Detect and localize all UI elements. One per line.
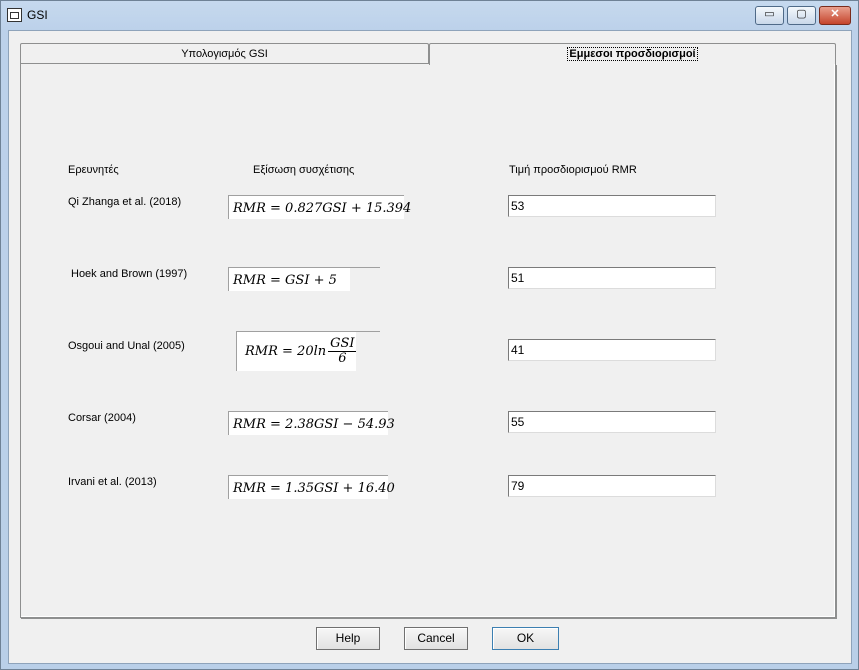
close-button[interactable]: ✕ xyxy=(819,6,851,25)
equation-image: RMR = 0.827GSI + 15.394 xyxy=(228,195,411,219)
rmr-value-field[interactable]: 41 xyxy=(508,339,716,361)
app-icon[interactable] xyxy=(7,8,22,22)
minimize-icon: ▭ xyxy=(764,8,775,20)
equation-fraction: GSI 6 xyxy=(328,336,357,366)
equation-padding xyxy=(356,332,380,371)
rmr-value: 79 xyxy=(511,479,525,493)
rmr-value-field[interactable]: 53 xyxy=(508,195,716,217)
fraction-numerator: GSI xyxy=(328,336,357,352)
fraction-denominator: 6 xyxy=(338,351,347,366)
cancel-button[interactable]: Cancel xyxy=(404,627,468,650)
header-equation: Εξίσωση συσχέτισης xyxy=(253,164,355,176)
equation-text: RMR = 1.35GSI + 16.40 xyxy=(233,481,395,496)
rmr-value: 41 xyxy=(511,343,525,357)
maximize-button[interactable]: ▢ xyxy=(787,6,816,25)
equation-image: RMR = 1.35GSI + 16.40 xyxy=(228,475,395,499)
rmr-value: 51 xyxy=(511,271,525,285)
equation-text: RMR = 2.38GSI − 54.93 xyxy=(233,417,395,432)
equation-text: RMR = 0.827GSI + 15.394 xyxy=(233,201,412,216)
researcher-label: Corsar (2004) xyxy=(68,412,136,424)
rmr-value-field[interactable]: 79 xyxy=(508,475,716,497)
equation-text: RMR = 20ln xyxy=(245,344,327,359)
window-title: GSI xyxy=(27,8,48,22)
equation-image: RMR = GSI + 5 xyxy=(228,267,380,291)
equation-image: RMR = 2.38GSI − 54.93 xyxy=(228,411,395,435)
maximize-icon: ▢ xyxy=(796,8,807,20)
tab-gsi-calculation[interactable]: Υπολογισμός GSI xyxy=(20,43,429,64)
tab-indirect-determinations[interactable]: Εμμεσοι προσδιορισμοί xyxy=(429,43,836,65)
researcher-label: Irvani et al. (2013) xyxy=(68,476,157,488)
rmr-value: 53 xyxy=(511,199,525,213)
close-icon: ✕ xyxy=(830,8,840,20)
rmr-value-field[interactable]: 51 xyxy=(508,267,716,289)
header-value: Τιμή προσδιορισμού RMR xyxy=(509,164,637,176)
tab-label: Εμμεσοι προσδιορισμοί xyxy=(567,47,698,61)
minimize-button[interactable]: ▭ xyxy=(755,6,784,25)
researcher-label: Hoek and Brown (1997) xyxy=(71,268,188,280)
title-bar[interactable] xyxy=(0,0,859,30)
help-button[interactable]: Help xyxy=(316,627,380,650)
tab-label: Υπολογισμός GSI xyxy=(181,48,268,60)
researcher-label: Qi Zhanga et al. (2018) xyxy=(68,196,182,208)
equation-padding xyxy=(350,268,380,291)
ok-button[interactable]: OK xyxy=(492,627,559,650)
equation-image: RMR = 20ln GSI 6 xyxy=(236,331,380,371)
rmr-value: 55 xyxy=(511,415,525,429)
rmr-value-field[interactable]: 55 xyxy=(508,411,716,433)
researcher-label: Osgoui and Unal (2005) xyxy=(68,340,185,352)
header-researchers: Ερευνητές xyxy=(68,164,119,176)
equation-text: RMR = GSI + 5 xyxy=(233,273,337,288)
